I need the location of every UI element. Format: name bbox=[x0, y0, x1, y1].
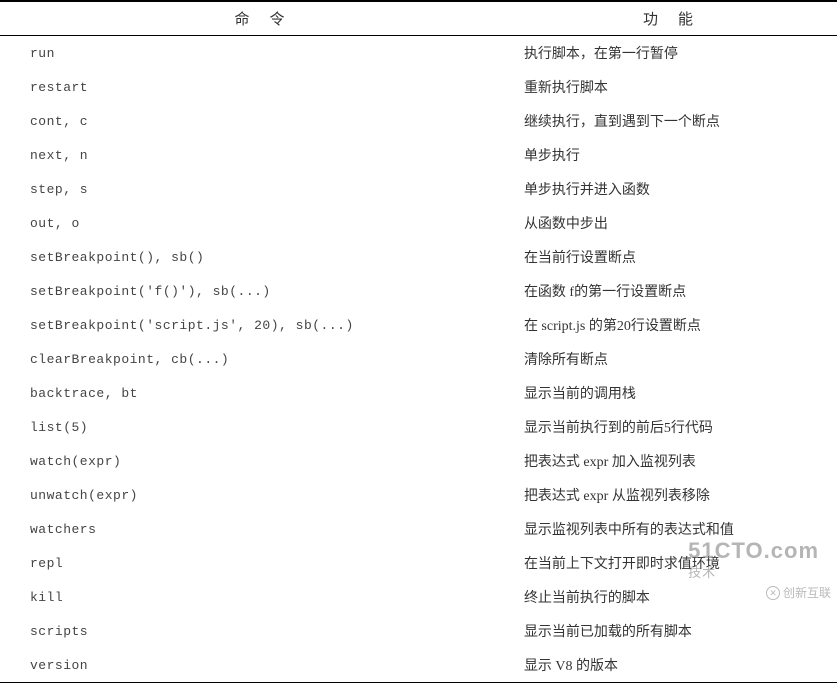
function-cell: 把表达式 expr 从监视列表移除 bbox=[519, 478, 837, 512]
header-function: 功能 bbox=[519, 1, 837, 36]
command-cell: backtrace, bt bbox=[0, 376, 519, 410]
function-cell: 在 script.js 的第20行设置断点 bbox=[519, 308, 837, 342]
function-cell: 显示当前的调用栈 bbox=[519, 376, 837, 410]
function-cell: 清除所有断点 bbox=[519, 342, 837, 376]
table-row: setBreakpoint('f()'), sb(...)在函数 f的第一行设置… bbox=[0, 274, 837, 308]
command-cell: version bbox=[0, 648, 519, 683]
table-row: version显示 V8 的版本 bbox=[0, 648, 837, 683]
command-cell: repl bbox=[0, 546, 519, 580]
command-cell: list(5) bbox=[0, 410, 519, 444]
table-row: clearBreakpoint, cb(...)清除所有断点 bbox=[0, 342, 837, 376]
table-row: run执行脚本，在第一行暂停 bbox=[0, 36, 837, 70]
table-row: repl在当前上下文打开即时求值环境 bbox=[0, 546, 837, 580]
function-cell: 显示当前已加载的所有脚本 bbox=[519, 614, 837, 648]
command-cell: unwatch(expr) bbox=[0, 478, 519, 512]
table-row: scripts显示当前已加载的所有脚本 bbox=[0, 614, 837, 648]
command-cell: watch(expr) bbox=[0, 444, 519, 478]
table-row: cont, c继续执行，直到遇到下一个断点 bbox=[0, 104, 837, 138]
function-cell: 显示当前执行到的前后5行代码 bbox=[519, 410, 837, 444]
function-cell: 从函数中步出 bbox=[519, 206, 837, 240]
function-cell: 在当前上下文打开即时求值环境 bbox=[519, 546, 837, 580]
command-cell: step, s bbox=[0, 172, 519, 206]
table-row: watchers显示监视列表中所有的表达式和值 bbox=[0, 512, 837, 546]
command-cell: setBreakpoint(), sb() bbox=[0, 240, 519, 274]
table-row: watch(expr)把表达式 expr 加入监视列表 bbox=[0, 444, 837, 478]
command-cell: setBreakpoint('f()'), sb(...) bbox=[0, 274, 519, 308]
command-cell: next, n bbox=[0, 138, 519, 172]
table-row: setBreakpoint('script.js', 20), sb(...)在… bbox=[0, 308, 837, 342]
function-cell: 把表达式 expr 加入监视列表 bbox=[519, 444, 837, 478]
table-row: list(5)显示当前执行到的前后5行代码 bbox=[0, 410, 837, 444]
function-cell: 在当前行设置断点 bbox=[519, 240, 837, 274]
command-cell: clearBreakpoint, cb(...) bbox=[0, 342, 519, 376]
function-cell: 显示 V8 的版本 bbox=[519, 648, 837, 683]
table-row: out, o从函数中步出 bbox=[0, 206, 837, 240]
function-cell: 显示监视列表中所有的表达式和值 bbox=[519, 512, 837, 546]
command-cell: restart bbox=[0, 70, 519, 104]
function-cell: 在函数 f的第一行设置断点 bbox=[519, 274, 837, 308]
table-header-row: 命令 功能 bbox=[0, 1, 837, 36]
table-row: restart重新执行脚本 bbox=[0, 70, 837, 104]
table-row: setBreakpoint(), sb()在当前行设置断点 bbox=[0, 240, 837, 274]
function-cell: 继续执行，直到遇到下一个断点 bbox=[519, 104, 837, 138]
table-row: backtrace, bt显示当前的调用栈 bbox=[0, 376, 837, 410]
command-cell: setBreakpoint('script.js', 20), sb(...) bbox=[0, 308, 519, 342]
command-cell: out, o bbox=[0, 206, 519, 240]
command-cell: watchers bbox=[0, 512, 519, 546]
table-body: run执行脚本，在第一行暂停restart重新执行脚本cont, c继续执行，直… bbox=[0, 36, 837, 683]
header-command: 命令 bbox=[0, 1, 519, 36]
table-row: next, n单步执行 bbox=[0, 138, 837, 172]
command-cell: run bbox=[0, 36, 519, 70]
table-row: unwatch(expr)把表达式 expr 从监视列表移除 bbox=[0, 478, 837, 512]
function-cell: 单步执行并进入函数 bbox=[519, 172, 837, 206]
function-cell: 单步执行 bbox=[519, 138, 837, 172]
command-cell: scripts bbox=[0, 614, 519, 648]
function-cell: 重新执行脚本 bbox=[519, 70, 837, 104]
table-row: step, s单步执行并进入函数 bbox=[0, 172, 837, 206]
function-cell: 执行脚本，在第一行暂停 bbox=[519, 36, 837, 70]
command-cell: cont, c bbox=[0, 104, 519, 138]
debugger-commands-table: 命令 功能 run执行脚本，在第一行暂停restart重新执行脚本cont, c… bbox=[0, 0, 837, 683]
